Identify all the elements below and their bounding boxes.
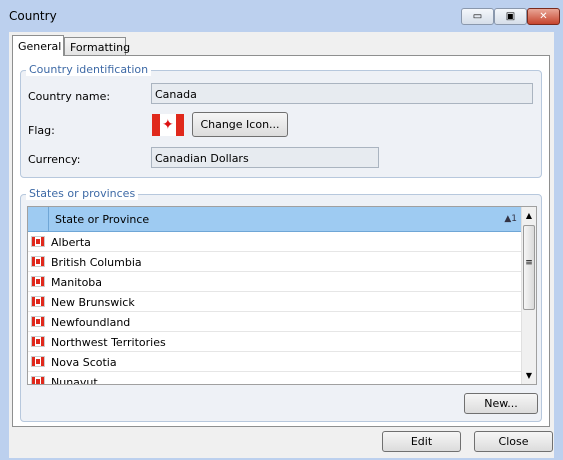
change-icon-button[interactable]: Change Icon... xyxy=(192,112,288,137)
scroll-thumb[interactable]: ≡ xyxy=(523,225,535,310)
scroll-down-icon[interactable]: ▼ xyxy=(522,367,536,384)
canada-flag-icon xyxy=(31,256,45,267)
new-state-button[interactable]: New... xyxy=(464,393,538,414)
grip-icon: ≡ xyxy=(525,258,533,268)
table-row[interactable]: Manitoba xyxy=(28,272,523,292)
table-row[interactable]: Alberta xyxy=(28,232,523,252)
country-identification-group: Country identification Country name: Can… xyxy=(20,63,542,178)
scroll-up-icon[interactable]: ▲ xyxy=(522,207,536,224)
client-area: General Formatting Country identificatio… xyxy=(9,32,554,458)
state-name: Manitoba xyxy=(51,276,103,289)
close-button[interactable]: Close xyxy=(474,431,553,452)
state-column-header[interactable]: State or Province xyxy=(55,213,149,226)
state-name: Northwest Territories xyxy=(51,336,166,349)
grid-header[interactable]: State or Province ▲1 xyxy=(28,207,523,232)
tab-general[interactable]: General xyxy=(12,35,64,56)
canada-flag-icon xyxy=(31,276,45,287)
currency-field[interactable]: Canadian Dollars xyxy=(151,147,379,168)
country-window: Country ▭ ▣ ✕ General Formatting Country… xyxy=(0,0,563,460)
canada-flag-icon xyxy=(31,296,45,307)
table-row[interactable]: Nunavut xyxy=(28,372,523,385)
canada-flag-icon: ✦ xyxy=(152,114,184,136)
country-name-label: Country name: xyxy=(28,90,111,103)
canada-flag-icon xyxy=(31,376,45,384)
state-name: Newfoundland xyxy=(51,316,131,329)
vertical-scrollbar[interactable]: ▲ ≡ ▼ xyxy=(521,207,536,384)
grid-header-corner xyxy=(28,207,49,231)
canada-flag-icon xyxy=(31,316,45,327)
sort-ascending-icon: ▲1 xyxy=(504,214,517,224)
flag-label: Flag: xyxy=(28,124,55,137)
close-icon: ✕ xyxy=(539,11,548,22)
states-provinces-legend: States or provinces xyxy=(26,187,139,200)
country-identification-legend: Country identification xyxy=(26,63,152,76)
state-name: British Columbia xyxy=(51,256,142,269)
canada-flag-icon xyxy=(31,336,45,347)
state-name: Alberta xyxy=(51,236,91,249)
minimize-button[interactable]: ▭ xyxy=(461,8,494,25)
country-name-field[interactable]: Canada xyxy=(151,83,533,104)
table-row[interactable]: Northwest Territories xyxy=(28,332,523,352)
states-grid[interactable]: State or Province ▲1 Alberta British Colu… xyxy=(27,206,537,385)
state-name: New Brunswick xyxy=(51,296,135,309)
table-row[interactable]: British Columbia xyxy=(28,252,523,272)
maximize-icon: ▣ xyxy=(505,11,516,22)
table-row[interactable]: Newfoundland xyxy=(28,312,523,332)
title-bar[interactable]: Country ▭ ▣ ✕ xyxy=(0,0,563,32)
table-row[interactable]: Nova Scotia xyxy=(28,352,523,372)
maximize-button[interactable]: ▣ xyxy=(494,8,527,25)
state-name: Nova Scotia xyxy=(51,356,117,369)
edit-button[interactable]: Edit xyxy=(382,431,461,452)
states-provinces-group: States or provinces State or Province ▲1… xyxy=(20,187,542,422)
close-window-button[interactable]: ✕ xyxy=(527,8,560,25)
canada-flag-icon xyxy=(31,356,45,367)
currency-label: Currency: xyxy=(28,153,81,166)
table-row[interactable]: New Brunswick xyxy=(28,292,523,312)
minimize-icon: ▭ xyxy=(472,11,483,22)
tab-formatting[interactable]: Formatting xyxy=(64,37,130,56)
general-tab-panel: Country identification Country name: Can… xyxy=(12,55,550,427)
window-title: Country xyxy=(9,9,57,23)
state-name: Nunavut xyxy=(51,376,98,385)
canada-flag-icon xyxy=(31,236,45,247)
